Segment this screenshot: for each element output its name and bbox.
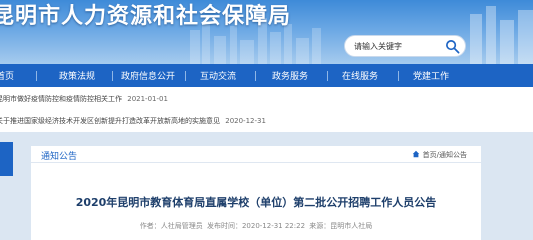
article-meta: 作者：人社局管理员 发布时间：2020-12-31 22:22 来源：昆明市人社… bbox=[31, 221, 481, 231]
nav-divider bbox=[398, 71, 399, 81]
nav-divider bbox=[255, 71, 256, 81]
search-input[interactable] bbox=[354, 39, 444, 54]
notice-item[interactable]: 关于推进国家级经济技术开发区创新提升打造改革开放新高地的实施意见 2020-12… bbox=[0, 116, 266, 126]
content-area: 通知公告 首页/通知公告 2020年昆明市教育体育局直属学校（单位）第二批公开招… bbox=[0, 132, 533, 240]
section-title: 通知公告 bbox=[41, 152, 78, 162]
nav-item-policy[interactable]: 政策法规 bbox=[59, 69, 95, 82]
nav-item-home[interactable]: 首页 bbox=[0, 69, 14, 82]
meta-source: 来源：昆明市人社局 bbox=[309, 222, 373, 230]
home-icon bbox=[412, 150, 419, 158]
site-title: 昆明市人力资源和社会保障局 bbox=[0, 4, 292, 29]
notice-item[interactable]: 昆明市做好疫情防控和疫情防控相关工作 2021-01-01 bbox=[0, 94, 168, 104]
notice-scroller: 昆明市做好疫情防控和疫情防控相关工作 2021-01-01 关于推进国家级经济技… bbox=[0, 87, 533, 132]
breadcrumb: 首页/通知公告 bbox=[412, 150, 467, 160]
nav-divider bbox=[36, 71, 37, 81]
card-header: 通知公告 首页/通知公告 bbox=[31, 146, 481, 163]
nav-divider bbox=[112, 71, 113, 81]
sidebar-tab[interactable] bbox=[0, 142, 13, 176]
notice-date: 2020-12-31 bbox=[225, 117, 266, 125]
nav-item-party[interactable]: 党建工作 bbox=[413, 69, 449, 82]
meta-author: 作者：人社局管理员 bbox=[139, 222, 203, 230]
nav-item-interaction[interactable]: 互动交流 bbox=[200, 69, 236, 82]
site-header: 昆明市人力资源和社会保障局 bbox=[0, 0, 533, 64]
notice-text: 昆明市做好疫情防控和疫情防控相关工作 bbox=[0, 95, 122, 103]
article-card: 通知公告 首页/通知公告 2020年昆明市教育体育局直属学校（单位）第二批公开招… bbox=[31, 146, 481, 240]
notice-date: 2021-01-01 bbox=[127, 95, 168, 103]
nav-item-gov-info[interactable]: 政府信息公开 bbox=[121, 69, 175, 82]
notice-text: 关于推进国家级经济技术开发区创新提升打造改革开放新高地的实施意见 bbox=[0, 117, 220, 125]
breadcrumb-link[interactable]: 首页/通知公告 bbox=[423, 151, 467, 159]
meta-time: 发布时间：2020-12-31 22:22 bbox=[206, 222, 306, 230]
nav-item-services[interactable]: 政务服务 bbox=[272, 69, 308, 82]
search-icon[interactable] bbox=[445, 39, 460, 54]
article-title: 2020年昆明市教育体育局直属学校（单位）第二批公开招聘工作人员公告 bbox=[75, 196, 437, 209]
main-nav: 首页 政策法规 政府信息公开 互动交流 政务服务 在线服务 党建工作 bbox=[0, 64, 533, 87]
nav-divider bbox=[185, 71, 186, 81]
nav-item-online[interactable]: 在线服务 bbox=[342, 69, 378, 82]
search-box bbox=[344, 35, 466, 57]
nav-divider bbox=[327, 71, 328, 81]
